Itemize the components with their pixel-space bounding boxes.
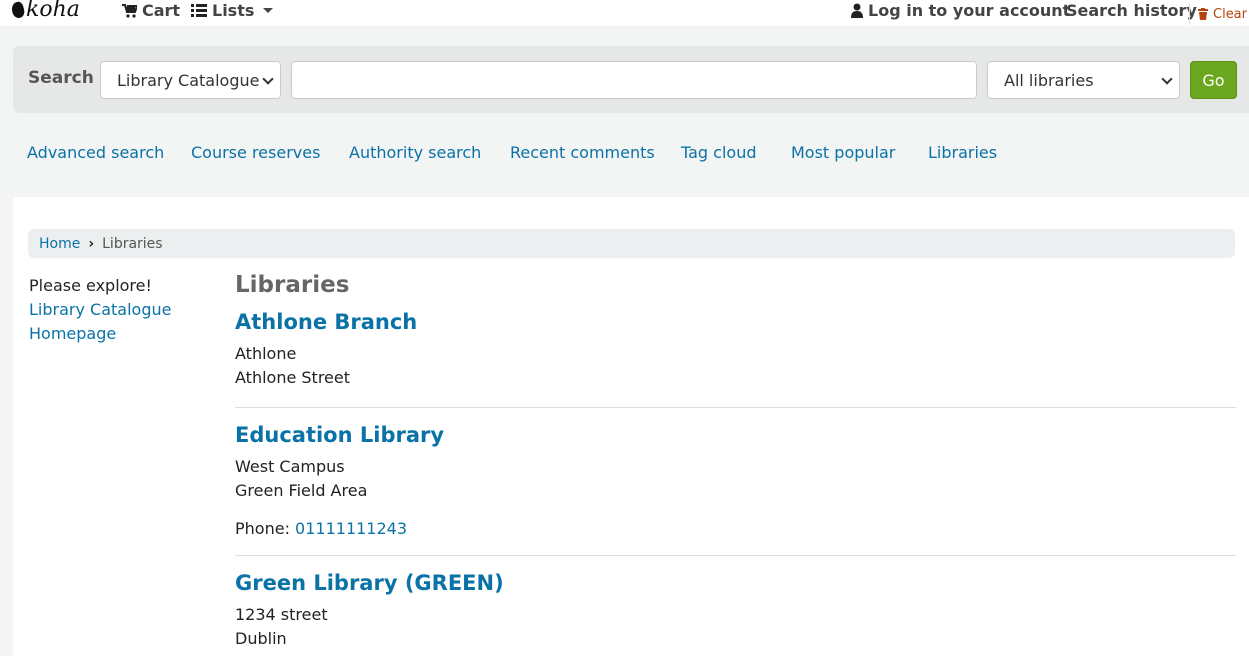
sidebar-intro: Please explore! bbox=[29, 276, 152, 295]
lists-dropdown[interactable]: Lists bbox=[191, 1, 274, 20]
address-line: Athlone Street bbox=[235, 368, 350, 387]
phone-label: Phone: bbox=[235, 519, 296, 538]
cart-button[interactable]: Cart bbox=[122, 1, 180, 20]
library-select[interactable]: All libraries bbox=[987, 61, 1180, 99]
catalog-select-value: Library Catalogue bbox=[117, 70, 260, 90]
koha-logo-icon bbox=[10, 0, 26, 19]
sidebar-link-homepage[interactable]: Homepage bbox=[29, 322, 171, 346]
top-navbar: koha Cart Lists Log in to your account S… bbox=[0, 0, 1249, 26]
clear-history-link[interactable]: Clear bbox=[1189, 3, 1247, 25]
address-line: 1234 street bbox=[235, 605, 328, 624]
phone-link[interactable]: 01111111243 bbox=[295, 519, 407, 538]
go-button[interactable]: Go bbox=[1190, 61, 1237, 99]
chevron-down-icon bbox=[262, 73, 274, 85]
advanced-search-link[interactable]: Advanced search bbox=[27, 143, 164, 162]
page-title: Libraries bbox=[235, 272, 350, 298]
login-label: Log in to your account bbox=[868, 1, 1071, 20]
authority-search-link[interactable]: Authority search bbox=[349, 143, 481, 162]
list-icon bbox=[191, 4, 207, 17]
address-line: Green Field Area bbox=[235, 481, 368, 500]
sidebar-link-catalogue[interactable]: Library Catalogue bbox=[29, 298, 171, 322]
library-entry: Green Library (GREEN) 1234 street Dublin bbox=[235, 571, 1236, 656]
libraries-link[interactable]: Libraries bbox=[928, 143, 997, 162]
chevron-down-icon bbox=[1161, 73, 1173, 85]
chevron-right-icon: › bbox=[88, 235, 95, 252]
library-name-link[interactable]: Green Library (GREEN) bbox=[235, 571, 504, 595]
search-label: Search bbox=[28, 68, 94, 88]
catalog-select[interactable]: Library Catalogue bbox=[100, 61, 281, 99]
search-history-label: Search history bbox=[1066, 1, 1197, 20]
lists-label: Lists bbox=[212, 1, 255, 20]
chevron-down-icon bbox=[263, 8, 274, 13]
address-line: West Campus bbox=[235, 457, 345, 476]
phone-row: Phone: 01111111243 bbox=[235, 519, 1236, 538]
user-icon bbox=[851, 3, 863, 18]
library-select-value: All libraries bbox=[1004, 70, 1094, 90]
library-entry: Education Library West Campus Green Fiel… bbox=[235, 423, 1236, 556]
library-name-link[interactable]: Athlone Branch bbox=[235, 310, 417, 334]
libraries-content: Libraries Athlone Branch Athlone Athlone… bbox=[235, 272, 1236, 656]
address-line: Dublin bbox=[235, 629, 287, 648]
breadcrumb-current: Libraries bbox=[102, 235, 163, 252]
clear-label: Clear bbox=[1213, 6, 1247, 22]
main-panel: Home › Libraries Please explore! Library… bbox=[13, 197, 1249, 656]
cart-label: Cart bbox=[142, 1, 181, 20]
koha-logo[interactable]: koha bbox=[10, 0, 80, 22]
cart-icon bbox=[122, 3, 137, 18]
trash-icon bbox=[1198, 8, 1208, 20]
search-history-link[interactable]: Search history bbox=[1066, 1, 1197, 20]
sidebar: Please explore! Library Catalogue Homepa… bbox=[29, 274, 171, 346]
library-entry: Athlone Branch Athlone Athlone Street bbox=[235, 310, 1236, 408]
search-bar: Search Library Catalogue All libraries G… bbox=[13, 46, 1249, 113]
logo-text: koha bbox=[26, 0, 80, 22]
breadcrumb-home[interactable]: Home bbox=[39, 236, 80, 252]
tag-cloud-link[interactable]: Tag cloud bbox=[681, 143, 757, 162]
breadcrumb: Home › Libraries bbox=[28, 229, 1235, 258]
library-name-link[interactable]: Education Library bbox=[235, 423, 444, 447]
most-popular-link[interactable]: Most popular bbox=[791, 143, 895, 162]
login-link[interactable]: Log in to your account bbox=[851, 1, 1070, 20]
search-input[interactable] bbox=[291, 61, 977, 99]
course-reserves-link[interactable]: Course reserves bbox=[191, 143, 320, 162]
recent-comments-link[interactable]: Recent comments bbox=[510, 143, 655, 162]
address-line: Athlone bbox=[235, 344, 297, 363]
